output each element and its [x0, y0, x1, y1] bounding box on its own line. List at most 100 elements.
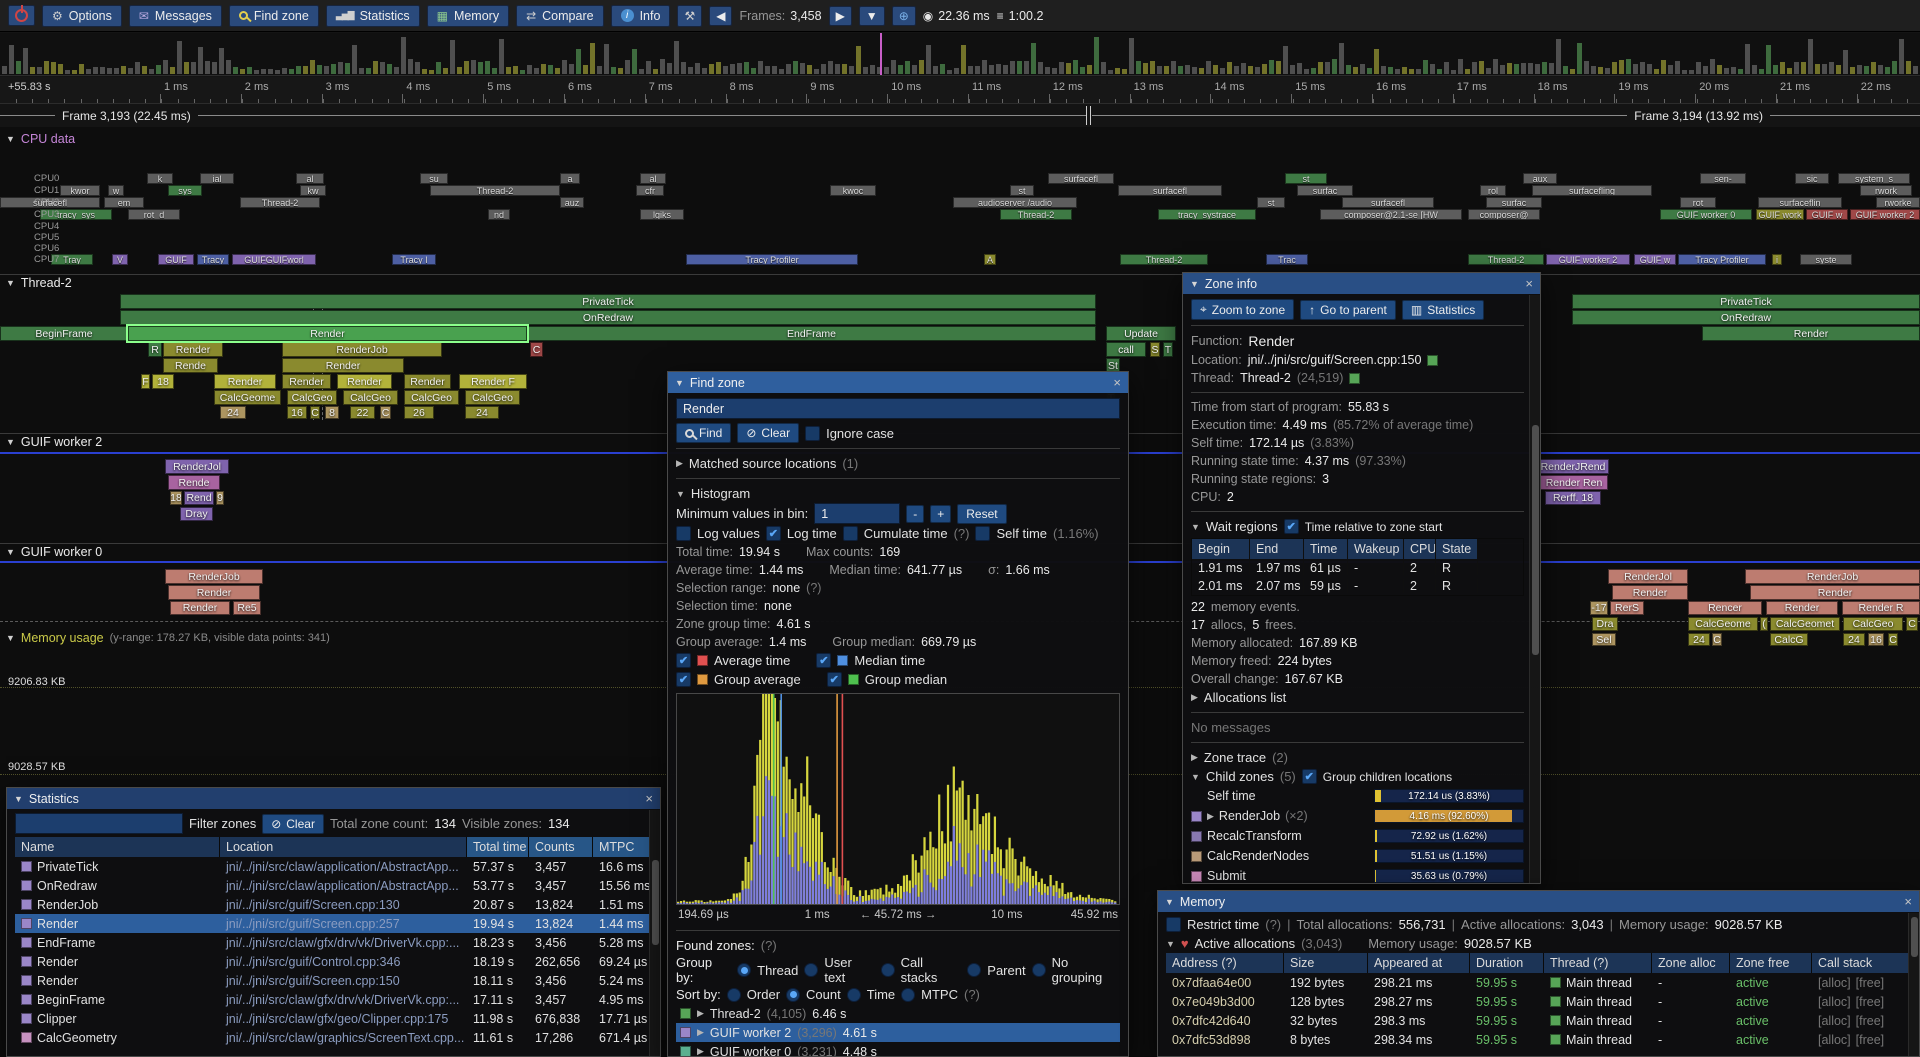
cpu-zone[interactable]: GUIF work: [1756, 209, 1804, 220]
wait-column-time[interactable]: Time: [1304, 539, 1348, 559]
cpu-zone[interactable]: surfacefl: [1118, 185, 1222, 196]
cpu-zone[interactable]: Tracy I: [392, 254, 436, 265]
cpu-zone[interactable]: su: [420, 173, 448, 184]
cpu-zone[interactable]: GUIF worker 2: [1850, 209, 1920, 220]
group-children-checkbox[interactable]: ✔: [1302, 769, 1317, 784]
group-by-radio-parent[interactable]: [967, 963, 981, 977]
timeline-zone[interactable]: 18: [170, 491, 182, 505]
cpu-zone[interactable]: system_s: [1838, 173, 1910, 184]
group-by-radio-user-text[interactable]: [804, 963, 818, 977]
timeline-zone[interactable]: CalcGeo: [343, 390, 398, 405]
scrollbar-thumb[interactable]: [652, 860, 659, 945]
timeline-zone[interactable]: Rende: [163, 358, 218, 373]
memory-titlebar[interactable]: ▼ Memory ×: [1158, 891, 1919, 912]
cpu-zone[interactable]: rot_d: [128, 209, 180, 220]
frame-dropdown-button[interactable]: ▼: [859, 6, 885, 26]
cpu-zone[interactable]: nd: [488, 209, 510, 220]
table-row[interactable]: Clipperjni/../jni/src/claw/gfx/geo/Clipp…: [15, 1009, 652, 1028]
column-header-mtpc[interactable]: MTPC: [593, 837, 656, 857]
min-values-input[interactable]: 1: [814, 503, 900, 524]
wait-regions-header[interactable]: ▼Wait regions ✔ Time relative to zone st…: [1191, 517, 1524, 536]
prev-frame-button[interactable]: ◀: [709, 6, 732, 26]
allocation-row[interactable]: 0x7dfaa64e00192 bytes298.21 ms59.95 sMai…: [1166, 973, 1911, 992]
cpu-zone[interactable]: A: [984, 254, 996, 265]
messages-button[interactable]: ✉Messages: [129, 5, 222, 27]
table-row[interactable]: Renderjni/../jni/src/guif/Control.cpp:34…: [15, 952, 652, 971]
sort-by-radio-mtpc[interactable]: [901, 988, 915, 1002]
sort-by-radio-time[interactable]: [847, 988, 861, 1002]
allocation-callstack[interactable]: [alloc][free]: [1812, 1033, 1911, 1047]
timeline-zone[interactable]: S: [1150, 342, 1160, 357]
group-by-radio-no-grouping[interactable]: [1032, 963, 1046, 977]
legend-checkbox[interactable]: ✔: [676, 672, 691, 687]
timeline-zone[interactable]: (: [1760, 617, 1768, 631]
section-header-cpu-data[interactable]: ▼CPU data: [6, 132, 75, 146]
cpu-zone[interactable]: st: [1285, 173, 1327, 184]
timeline-zone[interactable]: Render: [404, 374, 451, 389]
timeline-zone[interactable]: PrivateTick: [120, 294, 1096, 309]
zone-group-row[interactable]: ▶GUIF worker 0(3,231)4.48 s: [676, 1042, 1120, 1057]
allocation-row[interactable]: 0x7e049b3d00128 bytes298.27 ms59.95 sMai…: [1166, 992, 1911, 1011]
timeline-zone[interactable]: 22: [350, 406, 375, 419]
timeline-zone[interactable]: R: [148, 342, 162, 357]
timeline-zone[interactable]: OnRedraw: [1572, 310, 1920, 325]
decrement-button[interactable]: -: [906, 505, 924, 523]
timeline-zone[interactable]: CalcGeo: [287, 390, 337, 405]
cpu-zone[interactable]: kw: [300, 185, 326, 196]
child-zone-row[interactable]: CalcRenderNodes51.51 us (1.15%): [1191, 846, 1524, 866]
find-zone-titlebar[interactable]: ▼ Find zone ×: [668, 372, 1128, 393]
scrollbar[interactable]: [1529, 295, 1540, 883]
cpu-zone[interactable]: sic: [1795, 173, 1829, 184]
expand-icon[interactable]: ▶: [676, 458, 683, 469]
collapse-icon[interactable]: ▼: [675, 378, 684, 388]
cpu-zone[interactable]: kwoc: [830, 185, 876, 196]
collapse-icon[interactable]: ▼: [1165, 897, 1174, 907]
cpu-zone[interactable]: st: [1257, 197, 1285, 208]
allocation-row[interactable]: 0x7dfc53d8988 bytes298.34 ms59.95 sMain …: [1166, 1030, 1911, 1049]
cpu-zone[interactable]: GUIF worker 0: [1660, 209, 1752, 220]
histogram-section-header[interactable]: ▼ Histogram: [676, 484, 1120, 503]
child-zone-row[interactable]: ▶RenderJob(×2)4.16 ms (92.60%): [1191, 806, 1524, 826]
cumulate-time-checkbox[interactable]: [843, 526, 858, 541]
child-zone-row[interactable]: Self time172.14 us (3.83%): [1191, 786, 1524, 806]
wait-column-wakeup[interactable]: Wakeup: [1348, 539, 1404, 559]
timeline-zone[interactable]: Rencer: [1688, 601, 1762, 615]
clear-filter-button[interactable]: ⊘ Clear: [262, 814, 324, 834]
cpu-zone[interactable]: al: [640, 173, 666, 184]
cpu-zone[interactable]: surfacefl: [1048, 173, 1114, 184]
table-row[interactable]: RenderJobjni/../jni/src/guif/Screen.cpp:…: [15, 895, 652, 914]
timeline-zone[interactable]: BeginFrame: [0, 326, 128, 341]
allocation-column-appearedat[interactable]: Appeared at: [1368, 953, 1470, 973]
close-icon[interactable]: ×: [1113, 375, 1121, 390]
timeline-zone[interactable]: Render: [163, 342, 223, 357]
allocation-row[interactable]: 0x7dfc42d64032 bytes298.3 ms59.95 sMain …: [1166, 1011, 1911, 1030]
cpu-zone[interactable]: sen-: [1700, 173, 1746, 184]
cpu-zone[interactable]: GUIF w: [1634, 254, 1676, 265]
allocation-column-zonealloc[interactable]: Zone alloc: [1652, 953, 1730, 973]
timeline-zone[interactable]: Render: [1750, 585, 1920, 600]
legend-checkbox[interactable]: ✔: [816, 653, 831, 668]
timeline-zone[interactable]: RerS: [1610, 601, 1644, 615]
close-icon[interactable]: ×: [645, 791, 653, 806]
cpu-zone[interactable]: GUIF: [158, 254, 194, 265]
cpu-zone[interactable]: rot: [1680, 197, 1716, 208]
cpu-zone[interactable]: Tracy: [197, 254, 229, 265]
go-to-parent-button[interactable]: ↑Go to parent: [1300, 300, 1396, 320]
cpu-zone[interactable]: k: [147, 173, 173, 184]
cpu-zone[interactable]: al: [296, 173, 324, 184]
timeline-zone[interactable]: OnRedraw: [120, 310, 1096, 325]
cpu-zone[interactable]: i: [1772, 254, 1782, 265]
cpu-zone[interactable]: Trac: [1266, 254, 1308, 265]
statistics-button[interactable]: ▥Statistics: [1402, 300, 1484, 320]
scrollbar[interactable]: [649, 810, 660, 1056]
allocation-callstack[interactable]: [alloc][free]: [1812, 995, 1911, 1009]
zoom-to-zone-button[interactable]: ⌖Zoom to zone: [1191, 299, 1294, 320]
allocation-column-thread[interactable]: Thread (?): [1544, 953, 1652, 973]
filter-input[interactable]: [15, 813, 183, 834]
timeline-zone[interactable]: 24: [220, 406, 246, 419]
timeline-zone[interactable]: RenderJRend: [1537, 459, 1609, 474]
cpu-zone[interactable]: Thread-2: [1000, 209, 1072, 220]
timeline-zone[interactable]: C: [1888, 633, 1898, 646]
cpu-zone[interactable]: st: [1010, 185, 1034, 196]
timeline-zone[interactable]: Update: [1106, 326, 1176, 341]
